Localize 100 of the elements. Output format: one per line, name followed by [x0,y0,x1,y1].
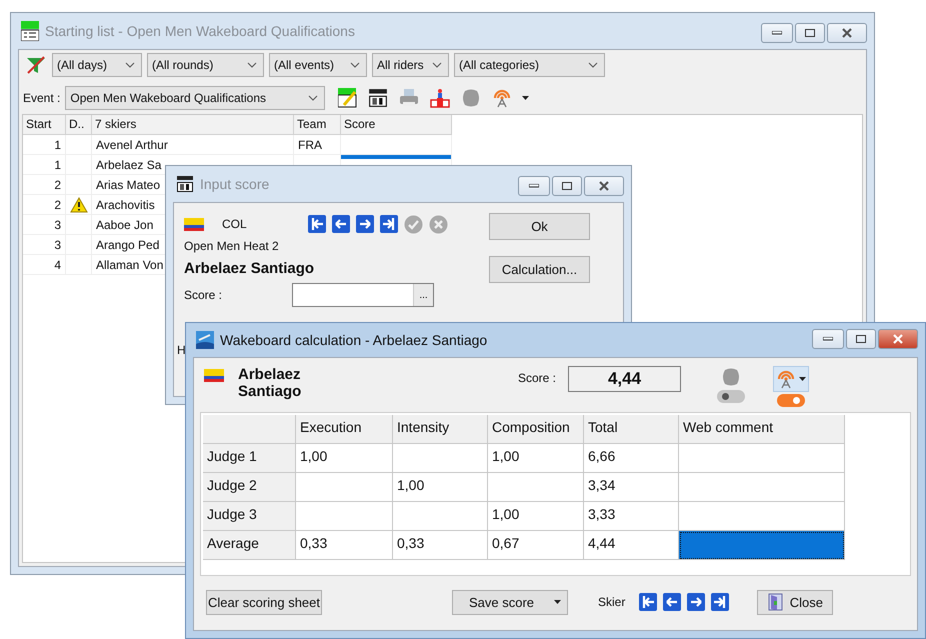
minimize-button[interactable] [518,176,550,196]
score-cell[interactable]: 3,34 [584,473,679,502]
maximize-icon [562,182,572,190]
close-button[interactable] [584,176,624,196]
filter-dropdown[interactable]: (All days) [52,53,142,77]
window-title: Starting list - Open Men Wakeboard Qualifications [45,23,356,39]
score-cell[interactable] [393,444,488,473]
score-cell[interactable] [488,473,584,502]
maximize-icon [805,29,815,37]
start-cell: 1 [23,135,66,154]
maximize-icon [856,335,866,343]
close-icon [841,28,853,38]
warning-icon [70,197,88,213]
event-dropdown[interactable]: Open Men Wakeboard Qualifications [65,86,326,110]
scoreboard-icon [368,88,388,108]
column-header[interactable]: D.. [66,115,92,134]
caret-icon [554,600,561,604]
start-cell: 3 [23,215,66,234]
event-label: Event : [23,91,60,105]
skier-cell: Avenel Arthur [92,135,294,154]
skier-name: Arbelaez Santiago [238,366,302,400]
caret-icon [522,96,530,100]
start-list-icon [21,21,39,41]
save-score-button[interactable]: Save score [452,590,568,614]
filter-dropdown[interactable]: (All rounds) [147,53,264,77]
start-cell: 3 [23,235,66,254]
close-icon [892,334,904,344]
maximize-button[interactable] [795,23,825,43]
minimize-icon [823,337,833,341]
score-cell[interactable]: 1,00 [393,473,488,502]
comment-cell[interactable] [679,502,845,531]
column-header: Total [584,415,679,444]
column-header: Web comment [679,415,845,444]
column-header[interactable]: 7 skiers [92,115,294,134]
chevron-icon [125,62,135,68]
comment-cell[interactable] [679,444,845,473]
window-title: Input score [200,176,270,192]
score-cell[interactable]: 1,00 [488,502,584,531]
start-cell: 1 [23,155,66,174]
chevron-icon [432,62,442,68]
chevron-icon [350,62,360,68]
chevron-icon [308,95,318,101]
broadcast-button[interactable] [773,366,810,392]
column-header[interactable]: Score [341,115,452,134]
minimize-button[interactable] [761,23,793,43]
score-cell[interactable]: 4,44 [584,531,679,560]
close-dialog-button[interactable]: Close [757,590,834,614]
close-button[interactable] [878,329,918,349]
score-cell[interactable]: 3,33 [584,502,679,531]
score-cell[interactable]: 6,66 [584,444,679,473]
filter-dropdown[interactable]: All riders [372,53,449,77]
score-cell[interactable] [296,473,393,502]
score-cell[interactable] [393,502,488,531]
score-cell[interactable] [296,502,393,531]
filter-dropdown[interactable]: (All events) [269,53,367,77]
flag-icon [184,218,204,230]
browse-button[interactable]: ... [413,284,434,306]
column-header: Intensity [393,415,488,444]
maximize-button[interactable] [552,176,582,196]
skier-label: Skier [598,595,626,609]
close-button[interactable] [827,23,867,43]
start-cell: 4 [23,255,66,274]
row-header: Judge 1 [203,444,296,473]
score-cell[interactable]: 1,00 [296,444,393,473]
ok-button[interactable]: Ok [489,213,590,240]
toggle-switch[interactable] [777,394,806,407]
comment-cell[interactable] [679,531,845,560]
column-header[interactable]: Team [294,115,341,134]
minimize-icon [772,31,782,35]
broadcast-icon[interactable] [776,369,796,389]
score-cell[interactable]: 0,33 [296,531,393,560]
column-header: Composition [488,415,584,444]
calculation-button[interactable]: Calculation... [489,256,590,283]
filter-dropdown[interactable]: (All categories) [454,53,605,77]
filter-icon[interactable] [25,55,47,75]
scoreboard-icon [176,175,194,193]
column-header[interactable]: Start [23,115,66,134]
toggle-switch[interactable] [717,390,746,403]
score-cell[interactable]: 0,67 [488,531,584,560]
flag-icon [204,369,224,382]
start-cell: 2 [23,175,66,194]
chevron-icon [247,62,257,68]
edit-start-icon[interactable] [338,88,358,108]
broadcast-icon[interactable] [492,88,512,108]
close-icon [598,181,610,191]
score-field[interactable]: ... [292,283,434,307]
country-code: COL [222,217,248,231]
score-display: 4,44 [568,366,682,392]
maximize-button[interactable] [846,329,876,349]
clear-button[interactable]: Clear scoring sheet [206,590,322,614]
minimize-button[interactable] [812,329,844,349]
row-header: Judge 2 [203,473,296,502]
score-cell[interactable]: 0,33 [393,531,488,560]
chevron-icon [588,62,598,68]
comment-cell[interactable] [679,473,845,502]
podium-icon[interactable] [430,88,450,108]
team-cell: FRA [294,135,341,154]
heat-label: Open Men Heat 2 [184,239,279,253]
wakeboard-icon [196,331,214,349]
score-cell[interactable]: 1,00 [488,444,584,473]
